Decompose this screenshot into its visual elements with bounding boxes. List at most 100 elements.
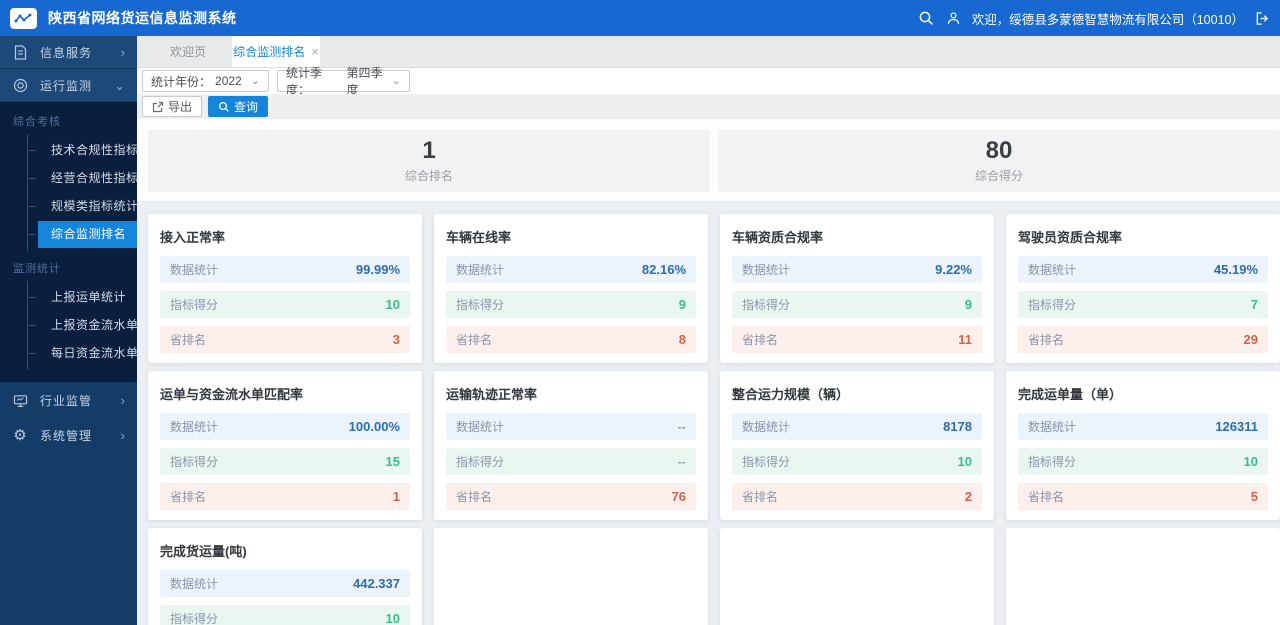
sidebar-subitem[interactable]: 技术合规性指标统计 <box>28 137 137 164</box>
sidebar-item-operation-monitor[interactable]: 运行监测 ⌄ <box>0 69 137 102</box>
rank-row: 省排名 2 <box>732 483 982 510</box>
chevron-right-icon: › <box>120 393 125 408</box>
stat-row-label: 数据统计 <box>170 420 219 434</box>
rank-row-value: 3 <box>392 332 400 347</box>
stat-row: 数据统计 442.337 <box>160 570 410 597</box>
rank-row: 省排名 11 <box>732 326 982 353</box>
metric-card-title: 完成货运量(吨) <box>160 544 247 559</box>
metric-card-title: 驾驶员资质合规率 <box>1018 230 1123 245</box>
score-row: 指标得分 9 <box>446 291 696 318</box>
sidebar: 信息服务 › 运行监测 ⌄ 综合考核技术合规性指标统计经营合规性指标统计规模类指… <box>0 36 137 625</box>
action-toolbar: 导出 查询 <box>137 94 1280 119</box>
sidebar-subitem[interactable]: 上报资金流水单统计 <box>28 312 137 339</box>
score-row: 指标得分 10 <box>1018 448 1268 475</box>
summary-card-ranking: 1 综合排名 <box>148 130 710 192</box>
score-row: 指标得分 9 <box>732 291 982 318</box>
score-row: 指标得分 15 <box>160 448 410 475</box>
sidebar-subitem[interactable]: 每日资金流水单统计 <box>28 340 137 367</box>
sidebar-submenu-panel: 综合考核技术合规性指标统计经营合规性指标统计规模类指标统计综合监测排名监测统计上… <box>0 102 137 382</box>
metric-card: 接入正常率 数据统计 99.99% 指标得分 10 省排名 3 <box>148 214 422 363</box>
rank-row-label: 省排名 <box>456 333 493 347</box>
sidebar-item-label: 行业监管 <box>40 394 93 408</box>
metric-card-title: 运单与资金流水单匹配率 <box>160 387 304 402</box>
score-row-label: 指标得分 <box>170 455 219 469</box>
welcome-text: 欢迎，绥德县多蒙德智慧物流有限公司（10010） <box>971 12 1244 27</box>
metric-card: 驾驶员资质合规率 数据统计 45.19% 指标得分 7 省排名 29 <box>1006 214 1280 363</box>
score-row-label: 指标得分 <box>170 298 219 312</box>
score-row-value: 10 <box>385 611 400 625</box>
sidebar-item-info-service[interactable]: 信息服务 › <box>0 36 137 69</box>
summary-label: 综合得分 <box>974 169 1023 184</box>
stat-row-value: 100.00% <box>348 419 400 434</box>
score-row: 指标得分 7 <box>1018 291 1268 318</box>
metric-card: 运输轨迹正常率 数据统计 -- 指标得分 -- 省排名 76 <box>434 371 708 520</box>
gear-icon: ⚙ <box>13 427 27 444</box>
score-row: 指标得分 10 <box>732 448 982 475</box>
query-button-label: 查询 <box>234 100 259 114</box>
stat-row-value: -- <box>677 419 686 434</box>
sidebar-subitem[interactable]: 综合监测排名 <box>28 221 137 248</box>
sidebar-sublist: 上报运单统计上报资金流水单统计每日资金流水单统计 <box>27 281 137 370</box>
logout-icon[interactable] <box>1255 11 1270 26</box>
stat-row: 数据统计 8178 <box>732 413 982 440</box>
sidebar-subitem[interactable]: 经营合规性指标统计 <box>28 165 137 192</box>
sidebar-item-industry-supervision[interactable]: 行业监管 › <box>0 384 137 417</box>
summary-card-score: 80 综合得分 <box>718 130 1280 192</box>
sidebar-item-label: 运行监测 <box>40 78 93 93</box>
target-icon <box>12 78 28 93</box>
tab-welcome[interactable]: 欢迎页 <box>144 36 232 67</box>
score-row: 指标得分 -- <box>446 448 696 475</box>
metric-card: 运单与资金流水单匹配率 数据统计 100.00% 指标得分 15 省排名 1 <box>148 371 422 520</box>
stat-row-label: 数据统计 <box>1028 263 1077 277</box>
stat-row-label: 数据统计 <box>456 263 505 277</box>
score-row-label: 指标得分 <box>456 298 505 312</box>
sidebar-item-label: 系统管理 <box>40 429 93 443</box>
score-row-label: 指标得分 <box>1028 455 1077 469</box>
metric-card-title: 车辆在线率 <box>446 230 512 245</box>
score-row-label: 指标得分 <box>1028 298 1077 312</box>
stat-row-value: 8178 <box>943 419 972 434</box>
stat-row: 数据统计 45.19% <box>1018 256 1268 283</box>
search-icon[interactable] <box>918 10 935 27</box>
sidebar-group-label: 综合考核 <box>13 116 61 128</box>
score-row-label: 指标得分 <box>170 612 219 625</box>
rank-row: 省排名 8 <box>446 326 696 353</box>
rank-row: 省排名 5 <box>1018 483 1268 510</box>
export-icon <box>152 101 164 112</box>
app-title: 陕西省网络货运信息监测系统 <box>48 10 237 26</box>
empty-card <box>434 528 708 625</box>
tab-comprehensive-ranking[interactable]: 综合监测排名 × <box>232 36 320 67</box>
score-row-value: -- <box>677 454 686 469</box>
rank-row: 省排名 3 <box>160 326 410 353</box>
tab-close-icon[interactable]: × <box>311 45 319 58</box>
sidebar-item-label: 信息服务 <box>40 45 93 60</box>
score-row-label: 指标得分 <box>742 298 791 312</box>
metric-card: 车辆在线率 数据统计 82.16% 指标得分 9 省排名 8 <box>434 214 708 363</box>
rank-row-value: 11 <box>958 332 972 347</box>
sidebar-subitem[interactable]: 上报运单统计 <box>28 284 137 311</box>
stat-row-label: 数据统计 <box>170 263 219 277</box>
stat-row-label: 数据统计 <box>456 420 505 434</box>
chevron-down-icon: ⌄ <box>114 77 125 93</box>
metric-card-title: 车辆资质合规率 <box>732 230 824 245</box>
year-select[interactable]: 统计年份： 2022 ⌄ <box>142 70 269 92</box>
stat-row-value: 82.16% <box>641 262 686 277</box>
content-area: 1 综合排名 80 综合得分 接入正常率 数据统计 99.99% 指标得分 10… <box>137 119 1280 625</box>
rank-row-label: 省排名 <box>456 490 493 504</box>
quarter-select[interactable]: 统计季度： 第四季度 ⌄ <box>277 66 410 97</box>
query-button[interactable]: 查询 <box>208 96 269 117</box>
rank-row-label: 省排名 <box>742 490 779 504</box>
rank-row-value: 2 <box>964 489 972 504</box>
export-button[interactable]: 导出 <box>142 96 203 117</box>
sidebar-subitem[interactable]: 规模类指标统计 <box>28 193 137 220</box>
stat-row: 数据统计 -- <box>446 413 696 440</box>
search-icon <box>218 101 229 112</box>
score-row-value: 10 <box>1243 454 1258 469</box>
sidebar-item-system-management[interactable]: ⚙ 系统管理 › <box>0 419 137 452</box>
metric-cards-grid: 接入正常率 数据统计 99.99% 指标得分 10 省排名 3 车辆在线率 数据… <box>148 214 1280 625</box>
stat-row: 数据统计 100.00% <box>160 413 410 440</box>
score-row: 指标得分 10 <box>160 291 410 318</box>
rank-row-label: 省排名 <box>1028 333 1065 347</box>
chevron-down-icon: ⌄ <box>391 74 401 87</box>
metric-card: 整合运力规模（辆） 数据统计 8178 指标得分 10 省排名 2 <box>720 371 994 520</box>
